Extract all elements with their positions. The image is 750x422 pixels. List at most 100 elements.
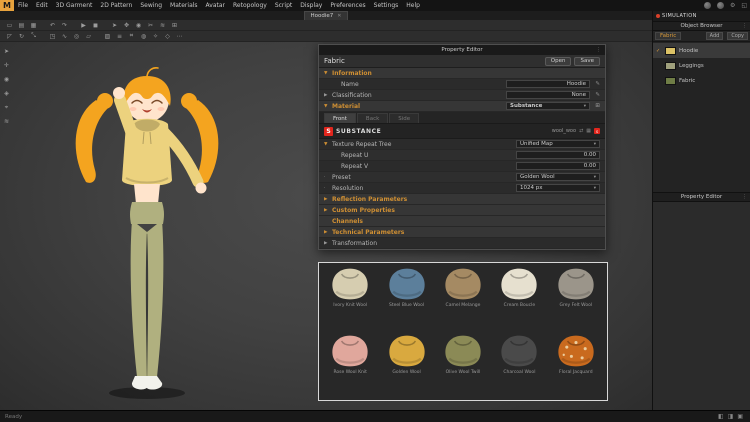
menu-edit[interactable]: Edit: [32, 0, 52, 11]
measure-icon[interactable]: ⌗: [126, 32, 137, 41]
tape-icon[interactable]: ▱: [83, 32, 94, 41]
menu-script[interactable]: Script: [271, 0, 296, 11]
panel-menu-icon[interactable]: ⋮: [742, 194, 747, 200]
menu-avatar[interactable]: Avatar: [202, 0, 229, 11]
arrow-tool-icon[interactable]: ➤: [1, 46, 12, 57]
menu-materials[interactable]: Materials: [166, 0, 202, 11]
material-swatch[interactable]: Rose Wool Knit: [323, 333, 377, 398]
wind-tool-icon[interactable]: ≋: [1, 116, 12, 127]
section-reflection[interactable]: ▶ Reflection Parameters: [319, 194, 605, 205]
grid-icon[interactable]: ⊞: [169, 21, 180, 30]
texture-repeat-select[interactable]: Unified Map: [516, 140, 600, 148]
add-material-icon[interactable]: ⊞: [590, 103, 600, 109]
section-material[interactable]: ▼ Material Substance ⊞: [319, 101, 605, 112]
layout-icon[interactable]: ◱: [738, 2, 750, 9]
material-swatch[interactable]: Cream Boucle: [492, 266, 546, 331]
material-swatch[interactable]: Charcoal Wool: [492, 333, 546, 398]
texture-icon[interactable]: ▨: [102, 32, 113, 41]
light-icon[interactable]: ✧: [150, 32, 161, 41]
scissors-icon[interactable]: ✂: [145, 21, 156, 30]
preset-select[interactable]: Golden Wool: [516, 173, 600, 181]
section-technical[interactable]: ▶ Technical Parameters: [319, 227, 605, 238]
menu-retopology[interactable]: Retopology: [229, 0, 271, 11]
simulate-icon[interactable]: ▶: [78, 21, 89, 30]
new-icon[interactable]: ▭: [4, 21, 15, 30]
redo-icon[interactable]: ↷: [59, 21, 70, 30]
list-item-leggings[interactable]: Leggings: [653, 58, 750, 73]
pattern-icon[interactable]: ◳: [47, 32, 58, 41]
list-item-fabric[interactable]: Fabric: [653, 73, 750, 88]
object-browser-header[interactable]: Object Browser ⋮: [653, 21, 750, 31]
open-icon[interactable]: ▤: [16, 21, 27, 30]
tab-side[interactable]: Side: [389, 113, 420, 123]
file-tab[interactable]: Hoodie7 ✕: [303, 11, 349, 20]
move-icon[interactable]: ✥: [121, 21, 132, 30]
row-classification[interactable]: ▶ Classification None ✎: [319, 90, 605, 101]
property-editor-titlebar[interactable]: Property Editor ⋮: [319, 45, 605, 55]
menu-settings[interactable]: Settings: [370, 0, 403, 11]
gear-icon[interactable]: ⚙: [727, 2, 738, 9]
copy-button[interactable]: Copy: [727, 32, 748, 40]
material-swatch[interactable]: Olive Wool Twill: [436, 333, 490, 398]
save-icon[interactable]: ▦: [28, 21, 39, 30]
menu-file[interactable]: File: [14, 0, 32, 11]
menu-help[interactable]: Help: [402, 0, 424, 11]
open-button[interactable]: Open: [544, 56, 572, 66]
cursor-icon[interactable]: ◸: [4, 32, 15, 41]
menu-preferences[interactable]: Preferences: [326, 0, 369, 11]
menu-sewing[interactable]: Sewing: [136, 0, 166, 11]
add-button[interactable]: Add: [705, 32, 724, 40]
zoom-tool-icon[interactable]: ◉: [1, 74, 12, 85]
menu-display[interactable]: Display: [296, 0, 326, 11]
name-input[interactable]: Hoodie: [506, 80, 590, 88]
tab-fabric[interactable]: Fabric: [655, 32, 682, 40]
menu-3d-garment[interactable]: 3D Garment: [52, 0, 97, 11]
material-type-select[interactable]: Substance: [506, 102, 590, 110]
save-button[interactable]: Save: [574, 56, 600, 66]
snap-icon[interactable]: ◇: [162, 32, 173, 41]
pan-tool-icon[interactable]: ✛: [1, 60, 12, 71]
account-icon[interactable]: [703, 2, 711, 9]
material-swatch[interactable]: Ivory Knit Wool: [323, 266, 377, 331]
panel-menu-icon[interactable]: ⋮: [596, 47, 601, 53]
sync-icon[interactable]: [716, 2, 724, 9]
pause-icon[interactable]: ◼: [90, 21, 101, 30]
material-swatch[interactable]: Camel Melange: [436, 266, 490, 331]
layers-icon[interactable]: ≡: [114, 32, 125, 41]
edit-icon[interactable]: ✎: [590, 81, 600, 87]
layout-1-icon[interactable]: ◧: [716, 413, 726, 420]
section-channels[interactable]: Channels: [319, 216, 605, 227]
undo-icon[interactable]: ↶: [47, 21, 58, 30]
avatar-tool-icon[interactable]: ◈: [1, 88, 12, 99]
pin-icon[interactable]: ◉: [133, 21, 144, 30]
leggings-hips[interactable]: [130, 202, 164, 224]
tab-front[interactable]: Front: [324, 113, 356, 123]
section-transformation[interactable]: ▶ Transformation: [319, 238, 605, 249]
stitch-icon[interactable]: ∿: [59, 32, 70, 41]
pin2-icon[interactable]: ◎: [71, 32, 82, 41]
avatar-3d[interactable]: [52, 46, 242, 406]
section-custom-properties[interactable]: ▶ Custom Properties: [319, 205, 605, 216]
row-texture-repeat[interactable]: ▼ Texture Repeat Tree Unified Map: [319, 139, 605, 150]
classification-value[interactable]: None: [506, 91, 590, 99]
section-information[interactable]: ▼ Information: [319, 68, 605, 79]
material-swatch[interactable]: Floral Jacquard: [549, 333, 603, 398]
camera-icon[interactable]: ◍: [138, 32, 149, 41]
pin-tool-icon[interactable]: ⌖: [1, 102, 12, 113]
grid-small-icon[interactable]: ▦: [586, 128, 591, 134]
repeat-v-input[interactable]: 0.00: [516, 162, 600, 170]
substance-mini-icon[interactable]: s: [594, 128, 600, 134]
resolution-select[interactable]: 1024 px: [516, 184, 600, 192]
rotate-icon[interactable]: ↻: [16, 32, 27, 41]
close-icon[interactable]: ✕: [337, 13, 341, 19]
layout-3-icon[interactable]: ▣: [735, 413, 745, 420]
more-icon[interactable]: ⋯: [174, 32, 185, 41]
list-item-hoodie[interactable]: ✓ Hoodie: [653, 43, 750, 58]
menu-2d-pattern[interactable]: 2D Pattern: [96, 0, 136, 11]
select-icon[interactable]: ➤: [109, 21, 120, 30]
layout-2-icon[interactable]: ◨: [726, 413, 736, 420]
material-swatch[interactable]: Grey Felt Wool: [549, 266, 603, 331]
right-property-editor-header[interactable]: Property Editor ⋮: [653, 192, 750, 202]
material-swatch[interactable]: Steel Blue Wool: [379, 266, 433, 331]
tab-back[interactable]: Back: [356, 113, 389, 123]
